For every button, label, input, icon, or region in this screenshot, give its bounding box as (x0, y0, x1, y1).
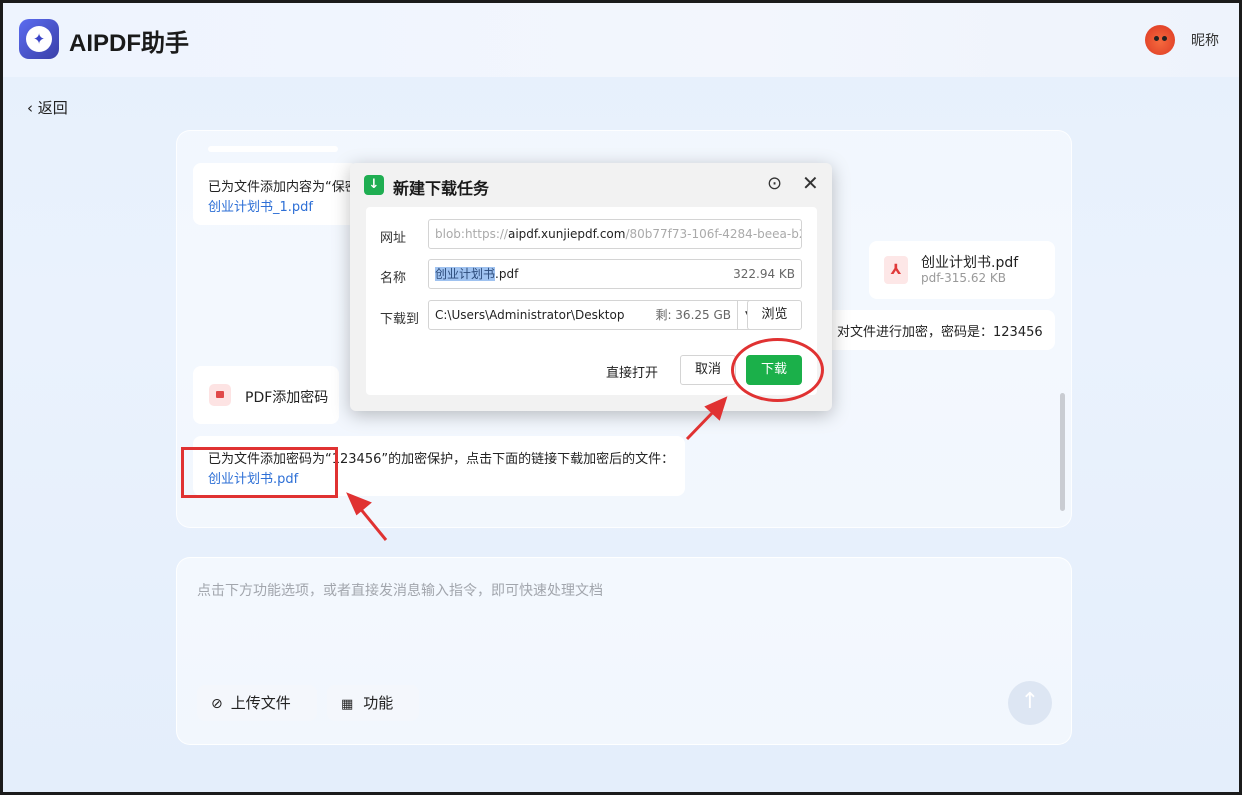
annotation-arrows (346, 396, 728, 541)
screen-frame: ✦ AIPDF助手 昵称 ‹ 返回 已为文件添加内容为“保密 创业计划书_1.p… (0, 0, 1242, 795)
annotation-arrow (685, 408, 717, 441)
annotation-arrow (357, 506, 388, 541)
annotation-arrowhead (346, 492, 372, 516)
